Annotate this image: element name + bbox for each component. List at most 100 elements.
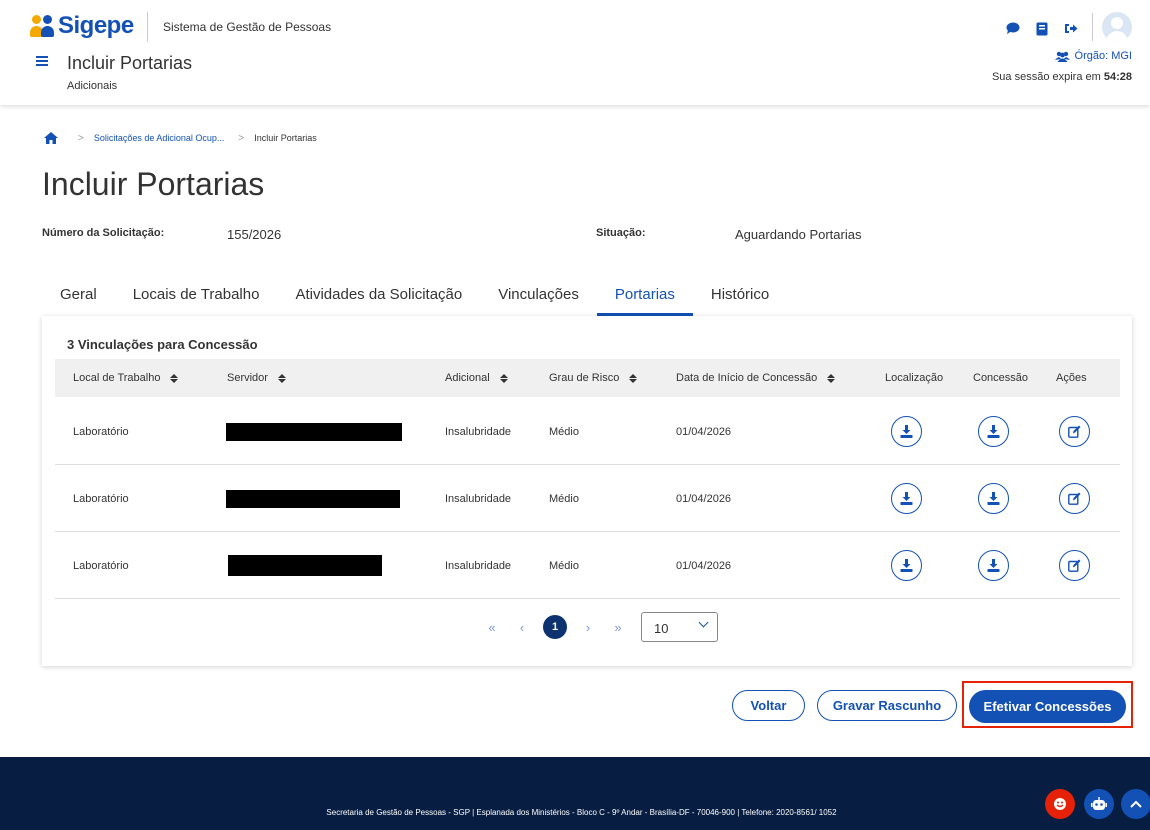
- cell-local: Laboratório: [73, 560, 129, 572]
- edit-icon: [1068, 492, 1081, 505]
- redacted-servidor: [226, 490, 400, 508]
- header-divider-right: [1092, 13, 1093, 41]
- edit-button[interactable]: [1059, 416, 1090, 447]
- edit-icon: [1068, 559, 1081, 572]
- tab-bar: Geral Locais de Trabalho Atividades da S…: [42, 276, 787, 316]
- column-header-data-inicio[interactable]: Data de Início de Concessão: [676, 372, 836, 384]
- system-name: Sistema de Gestão de Pessoas: [163, 20, 332, 34]
- download-icon: [987, 559, 1000, 572]
- logo-text: Sigepe: [58, 12, 134, 39]
- numero-label: Número da Solicitação:: [42, 227, 165, 239]
- cell-local: Laboratório: [73, 493, 129, 505]
- session-time: 54:28: [1103, 71, 1132, 83]
- header-divider: [147, 12, 148, 42]
- breadcrumb-current: Incluir Portarias: [254, 133, 317, 143]
- table-title: 3 Vinculações para Concessão: [67, 337, 258, 352]
- tab-historico[interactable]: Histórico: [693, 276, 787, 316]
- header-title: Incluir Portarias: [67, 53, 193, 73]
- cell-grau: Médio: [549, 560, 579, 572]
- download-icon: [900, 425, 913, 438]
- tab-portarias[interactable]: Portarias: [596, 276, 693, 316]
- chevron-down-icon: [698, 617, 709, 628]
- sign-out-icon[interactable]: [1062, 20, 1079, 37]
- page-size-select[interactable]: 10: [641, 612, 718, 642]
- situacao-value: Aguardando Portarias: [735, 227, 862, 242]
- voltar-button[interactable]: Voltar: [732, 690, 805, 721]
- download-concessao-button[interactable]: [978, 416, 1009, 447]
- column-header-local[interactable]: Local de Trabalho: [73, 372, 179, 384]
- table-row: Laboratório Insalubridade Médio 01/04/20…: [55, 532, 1120, 599]
- cell-data: 01/04/2026: [676, 426, 732, 438]
- current-page[interactable]: 1: [543, 615, 567, 639]
- first-page-button[interactable]: «: [477, 620, 507, 635]
- column-header-servidor[interactable]: Servidor: [227, 372, 286, 384]
- cell-grau: Médio: [549, 426, 579, 438]
- smile-icon: [1054, 798, 1066, 810]
- situacao-label: Situação:: [596, 227, 646, 239]
- column-header-grau-de-risco[interactable]: Grau de Risco: [549, 372, 638, 384]
- table-row: Laboratório Insalubridade Médio 01/04/20…: [55, 398, 1120, 465]
- page-size-value: 10: [654, 621, 669, 636]
- sort-icon: [170, 373, 179, 383]
- pagination: « ‹ 1 › » 10: [477, 612, 718, 642]
- vinculacoes-card: 3 Vinculações para Concessão Local de Tr…: [42, 316, 1132, 666]
- edit-button[interactable]: [1059, 483, 1090, 514]
- chevron-right-icon: >: [238, 132, 245, 144]
- chat-icon[interactable]: [1004, 20, 1021, 37]
- feedback-button[interactable]: [1045, 789, 1075, 819]
- session-timer: Sua sessão expira em 54:28: [992, 71, 1132, 83]
- download-concessao-button[interactable]: [978, 550, 1009, 581]
- app-header: Sigepe Sistema de Gestão de Pessoas Incl…: [0, 0, 1150, 105]
- numero-value: 155/2026: [227, 227, 282, 242]
- scroll-top-button[interactable]: [1121, 789, 1150, 819]
- last-page-button[interactable]: »: [603, 620, 633, 635]
- orgao-selector[interactable]: Órgão: MGI: [1054, 50, 1132, 62]
- column-header-adicional[interactable]: Adicional: [445, 372, 508, 384]
- robot-icon: [1091, 797, 1107, 810]
- download-concessao-button[interactable]: [978, 483, 1009, 514]
- download-icon: [900, 559, 913, 572]
- users-icon: [1054, 51, 1070, 62]
- user-avatar[interactable]: [1102, 12, 1132, 42]
- footer: Secretaria de Gestão de Pessoas - SGP | …: [0, 757, 1150, 830]
- download-localizacao-button[interactable]: [891, 416, 922, 447]
- cell-adicional: Insalubridade: [445, 426, 512, 438]
- header-subtitle: Adicionais: [67, 80, 118, 92]
- table-header: Local de Trabalho Servidor Adicional Gra…: [55, 359, 1120, 397]
- sigepe-logo[interactable]: Sigepe: [30, 12, 134, 40]
- breadcrumb: > Solicitações de Adicional Ocup... > In…: [44, 132, 317, 144]
- orgao-label: Órgão: MGI: [1074, 50, 1132, 62]
- edit-button[interactable]: [1059, 550, 1090, 581]
- tab-locais-de-trabalho[interactable]: Locais de Trabalho: [115, 276, 278, 316]
- next-page-button[interactable]: ›: [573, 620, 603, 635]
- gravar-rascunho-button[interactable]: Gravar Rascunho: [817, 690, 957, 721]
- download-localizacao-button[interactable]: [891, 550, 922, 581]
- chevron-right-icon: >: [78, 132, 84, 144]
- tab-geral[interactable]: Geral: [42, 276, 115, 316]
- footer-text: Secretaria de Gestão de Pessoas - SGP | …: [326, 808, 837, 817]
- breadcrumb-link-solicitacoes[interactable]: Solicitações de Adicional Ocup...: [94, 133, 225, 143]
- download-icon: [900, 492, 913, 505]
- session-prefix: Sua sessão expira em: [991, 71, 1101, 83]
- prev-page-button[interactable]: ‹: [507, 620, 537, 635]
- redacted-servidor: [226, 423, 402, 441]
- sort-icon: [277, 373, 286, 383]
- column-header-localizacao: Localização: [885, 372, 944, 384]
- column-header-concessao: Concessão: [973, 372, 1029, 384]
- download-localizacao-button[interactable]: [891, 483, 922, 514]
- cell-grau: Médio: [549, 493, 579, 505]
- chevron-up-icon: [1130, 800, 1142, 808]
- chatbot-button[interactable]: [1084, 789, 1114, 819]
- sort-icon: [499, 373, 508, 383]
- download-icon: [987, 492, 1000, 505]
- efetivar-concessoes-button[interactable]: Efetivar Concessões: [969, 690, 1126, 723]
- book-icon[interactable]: [1033, 20, 1050, 37]
- tab-atividades[interactable]: Atividades da Solicitação: [277, 276, 480, 316]
- tab-vinculacoes[interactable]: Vinculações: [480, 276, 597, 316]
- home-icon[interactable]: [44, 132, 58, 144]
- hamburger-menu-icon[interactable]: [36, 56, 48, 66]
- sigepe-logo-icon: [30, 13, 54, 39]
- cell-adicional: Insalubridade: [445, 493, 512, 505]
- table-row: Laboratório Insalubridade Médio 01/04/20…: [55, 465, 1120, 532]
- cell-adicional: Insalubridade: [445, 560, 512, 572]
